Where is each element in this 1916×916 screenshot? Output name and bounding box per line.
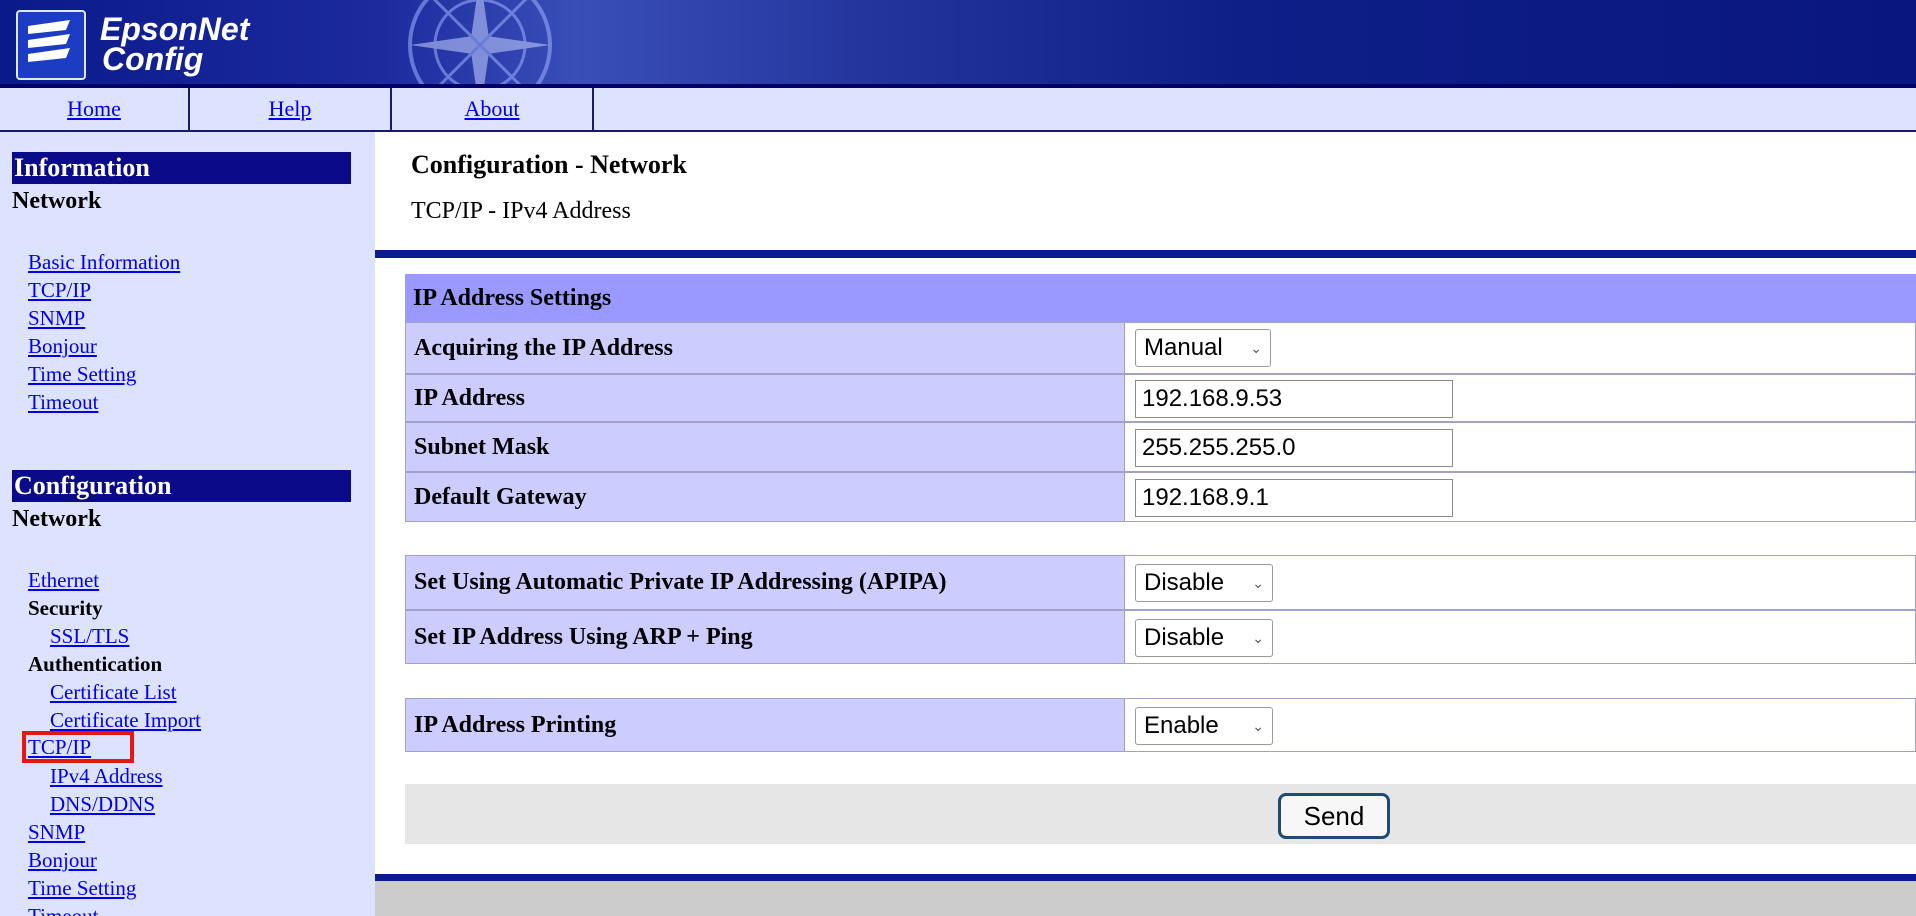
nav-help-link[interactable]: Help	[269, 96, 312, 122]
acquiring-ip-select[interactable]: Manual ⌄	[1135, 329, 1271, 367]
sidebar-link-basic-information[interactable]: Basic Information	[28, 250, 180, 275]
sidebar-link-bonjour-config[interactable]: Bonjour	[28, 848, 97, 873]
sidebar-label-security: Security	[28, 596, 103, 620]
label-acquiring-ip: Acquiring the IP Address	[405, 322, 1125, 374]
apipa-value: Disable	[1144, 569, 1225, 596]
page-subtitle: TCP/IP - IPv4 Address	[411, 198, 631, 224]
cell-apipa: Disable ⌄	[1125, 555, 1916, 610]
sidebar-link-bonjour-info[interactable]: Bonjour	[28, 334, 97, 359]
brand-line2: Config	[102, 41, 204, 77]
main-content: Configuration - Network TCP/IP - IPv4 Ad…	[375, 132, 1916, 916]
sidebar-link-timeout-info[interactable]: Timeout	[28, 390, 98, 415]
cell-default-gateway: 192.168.9.1	[1125, 472, 1916, 522]
panel-heading: IP Address Settings	[405, 274, 1916, 322]
compass-graphic-icon	[408, 0, 552, 88]
tcpip-highlight-box	[22, 731, 134, 763]
epson-logo-icon	[16, 10, 86, 80]
cell-subnet-mask: 255.255.255.0	[1125, 422, 1916, 472]
chevron-down-icon: ⌄	[1250, 340, 1262, 356]
sidebar-link-time-setting-info[interactable]: Time Setting	[28, 362, 136, 387]
sidebar-link-certificate-list[interactable]: Certificate List	[50, 680, 177, 705]
cell-arp-ping: Disable ⌄	[1125, 610, 1916, 664]
subnet-mask-input[interactable]: 255.255.255.0	[1135, 429, 1453, 467]
top-nav: Home Help About	[0, 88, 1916, 132]
cell-ip-printing: Enable ⌄	[1125, 698, 1916, 752]
row-arp-ping: Set IP Address Using ARP + Ping Disable …	[405, 610, 1916, 664]
default-gateway-input[interactable]: 192.168.9.1	[1135, 479, 1453, 517]
acquiring-ip-value: Manual	[1144, 334, 1223, 361]
label-arp-ping: Set IP Address Using ARP + Ping	[405, 610, 1125, 664]
label-apipa: Set Using Automatic Private IP Addressin…	[405, 555, 1125, 610]
footer-area	[375, 881, 1916, 916]
brand-line1: EpsonNet	[100, 11, 250, 47]
ip-printing-select[interactable]: Enable ⌄	[1135, 707, 1273, 745]
ip-printing-value: Enable	[1144, 712, 1219, 739]
label-default-gateway: Default Gateway	[405, 472, 1125, 522]
sidebar-link-snmp-info[interactable]: SNMP	[28, 306, 85, 331]
chevron-down-icon: ⌄	[1252, 630, 1264, 646]
chevron-down-icon: ⌄	[1252, 575, 1264, 591]
arp-ping-value: Disable	[1144, 624, 1225, 651]
row-apipa: Set Using Automatic Private IP Addressin…	[405, 555, 1916, 610]
row-default-gateway: Default Gateway 192.168.9.1	[405, 472, 1916, 522]
page-title: Configuration - Network	[411, 150, 687, 179]
nav-home-link[interactable]: Home	[67, 96, 121, 122]
nav-cell-help: Help	[190, 88, 392, 130]
cell-acquiring-ip: Manual ⌄	[1125, 322, 1916, 374]
sidebar-label-authentication: Authentication	[28, 652, 163, 676]
sidebar-subheading-network: Network	[12, 188, 102, 214]
ip-address-input[interactable]: 192.168.9.53	[1135, 380, 1453, 418]
sidebar-subheading-config-network: Network	[12, 506, 102, 532]
row-ip-printing: IP Address Printing Enable ⌄	[405, 698, 1916, 752]
chevron-down-icon: ⌄	[1252, 718, 1264, 734]
cell-ip-address: 192.168.9.53	[1125, 374, 1916, 422]
nav-cell-about: About	[392, 88, 594, 130]
apipa-select[interactable]: Disable ⌄	[1135, 564, 1273, 602]
header-banner: EpsonNet Config	[0, 0, 1916, 88]
brand-name: EpsonNet Config	[100, 11, 250, 77]
send-button[interactable]: Send	[1278, 793, 1390, 839]
sidebar-link-ethernet[interactable]: Ethernet	[28, 568, 99, 593]
sidebar-link-time-setting-config[interactable]: Time Setting	[28, 876, 136, 901]
sidebar-link-snmp-config[interactable]: SNMP	[28, 820, 85, 845]
sidebar-link-ipv4-address[interactable]: IPv4 Address	[50, 764, 163, 789]
sidebar-link-timeout-config[interactable]: Timeout	[28, 904, 98, 916]
sidebar-link-tcpip-info[interactable]: TCP/IP	[28, 278, 91, 303]
sidebar-heading-information: Information	[12, 152, 351, 184]
arp-ping-select[interactable]: Disable ⌄	[1135, 619, 1273, 657]
label-subnet-mask: Subnet Mask	[405, 422, 1125, 472]
label-ip-address: IP Address	[405, 374, 1125, 422]
row-subnet-mask: Subnet Mask 255.255.255.0	[405, 422, 1916, 472]
sidebar-link-dns-ddns[interactable]: DNS/DDNS	[50, 792, 155, 817]
row-ip-address: IP Address 192.168.9.53	[405, 374, 1916, 422]
sidebar-link-certificate-import[interactable]: Certificate Import	[50, 708, 201, 733]
nav-about-link[interactable]: About	[465, 96, 520, 122]
sidebar: Information Network Basic Information TC…	[0, 132, 375, 916]
sidebar-link-ssl-tls[interactable]: SSL/TLS	[50, 624, 129, 649]
label-ip-printing: IP Address Printing	[405, 698, 1125, 752]
top-divider	[375, 250, 1916, 258]
row-acquiring-ip: Acquiring the IP Address Manual ⌄	[405, 322, 1916, 374]
nav-cell-home: Home	[0, 88, 190, 130]
sidebar-heading-configuration: Configuration	[12, 470, 351, 502]
send-bar: Send	[405, 784, 1916, 844]
